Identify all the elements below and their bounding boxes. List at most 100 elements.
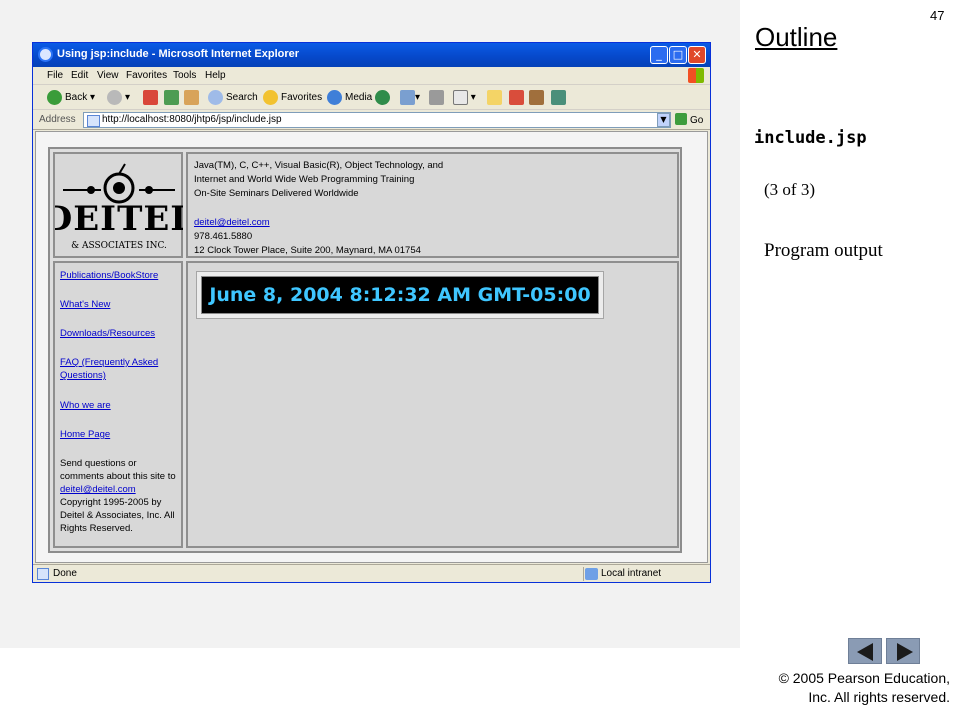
home-button[interactable] [184, 89, 199, 107]
copyright: © 2005 Pearson Education, Inc. All right… [744, 669, 950, 707]
phone-number: 978.461.5880 [194, 231, 253, 242]
stop-button[interactable] [143, 89, 158, 107]
search-button[interactable]: Search [208, 89, 258, 107]
print-icon [429, 89, 444, 105]
contacts-icon [551, 89, 566, 105]
back-label: Back [65, 92, 88, 103]
menu-help[interactable]: Help [205, 70, 226, 81]
media-icon [327, 89, 342, 105]
address-dropdown-icon[interactable]: ▼ [657, 113, 670, 127]
refresh-icon [164, 89, 179, 105]
history-button[interactable] [375, 89, 393, 107]
back-button[interactable]: Back ▾ [47, 89, 95, 107]
slide: Using jsp:include - Microsoft Internet E… [0, 0, 960, 720]
search-label: Search [226, 92, 258, 103]
mail-button[interactable]: ▾ [400, 89, 420, 107]
status-bar: Done Local intranet [33, 564, 710, 582]
menu-edit[interactable]: Edit [71, 70, 88, 81]
intranet-zone-icon [585, 568, 598, 580]
ie-icon [38, 47, 53, 62]
address-bar: Address http://localhost:8080/jhtp6/jsp/… [33, 110, 710, 130]
main-cell: June 8, 2004 8:12:32 AM GMT-05:00 [186, 261, 679, 548]
forward-arrow-icon [107, 89, 122, 105]
maximize-button[interactable]: □ [669, 46, 687, 64]
nav-link-who-we-are[interactable]: Who we are [60, 399, 178, 412]
logo-cell: DEITEL & ASSOCIATES INC. [53, 152, 183, 258]
layout-table: DEITEL & ASSOCIATES INC. Java(TM), C, C+… [48, 147, 682, 553]
research-icon [529, 89, 544, 105]
copyright-line: © 2005 Pearson Education, [778, 670, 950, 686]
previous-slide-button[interactable] [848, 638, 882, 664]
page-content: DEITEL & ASSOCIATES INC. Java(TM), C, C+… [35, 131, 708, 563]
info-line: Java(TM), C, C++, Visual Basic(R), Objec… [194, 160, 444, 171]
media-button[interactable]: Media [327, 89, 372, 107]
contact-email-link[interactable]: deitel@deitel.com [60, 483, 136, 496]
status-text: Done [53, 568, 77, 579]
nav-link-home-page[interactable]: Home Page [60, 428, 178, 441]
nav-link-whats-new[interactable]: What's New [60, 298, 178, 311]
close-button[interactable]: ✕ [688, 46, 706, 64]
zone-text: Local intranet [601, 568, 662, 579]
menu-favorites[interactable]: Favorites [126, 70, 167, 81]
date-time-display: June 8, 2004 8:12:32 AM GMT-05:00 [201, 276, 599, 314]
minimize-button[interactable]: _ [650, 46, 668, 64]
logo-text: DEITEL [55, 199, 183, 239]
window-title: Using jsp:include - Microsoft Internet E… [57, 48, 300, 60]
favorites-button[interactable]: Favorites [263, 89, 322, 107]
address-label: Address [39, 114, 76, 125]
search-icon [208, 89, 223, 105]
messenger-button[interactable] [509, 89, 524, 107]
file-name: include.jsp [754, 128, 867, 148]
research-button[interactable] [529, 89, 544, 107]
edit-icon [453, 89, 468, 105]
title-bar[interactable]: Using jsp:include - Microsoft Internet E… [33, 43, 710, 67]
next-slide-button[interactable] [886, 638, 920, 664]
contacts-button[interactable] [551, 89, 566, 107]
go-arrow-icon [675, 113, 687, 125]
info-line: Internet and World Wide Web Programming … [194, 174, 415, 185]
toolbar: Back ▾ ▾ Search Favorites Media ▾ ▾ [33, 86, 710, 110]
menu-tools[interactable]: Tools [173, 70, 196, 81]
messenger-icon [509, 89, 524, 105]
nav-link-faq[interactable]: FAQ (Frequently Asked Questions) [60, 356, 178, 382]
back-arrow-icon [47, 89, 62, 105]
history-icon [375, 89, 390, 105]
street-address: 12 Clock Tower Place, Suite 200, Maynard… [194, 245, 421, 256]
home-icon [184, 89, 199, 105]
contact-text: Send questions or comments about this si… [60, 458, 176, 482]
favorites-star-icon [263, 89, 278, 105]
nav-link-downloads[interactable]: Downloads/Resources [60, 327, 178, 340]
menu-file[interactable]: File [47, 70, 63, 81]
edit-button[interactable]: ▾ [453, 89, 476, 107]
page-count: (3 of 3) [764, 180, 815, 199]
forward-button[interactable]: ▾ [107, 89, 130, 107]
media-label: Media [345, 92, 373, 103]
go-label: Go [690, 115, 704, 126]
clock-frame: June 8, 2004 8:12:32 AM GMT-05:00 [196, 271, 604, 319]
windows-logo-icon [688, 68, 704, 83]
logo-subtext: & ASSOCIATES INC. [71, 241, 167, 251]
go-button[interactable]: Go [675, 113, 703, 126]
menu-view[interactable]: View [97, 70, 119, 81]
print-button[interactable] [429, 89, 444, 107]
address-input[interactable]: http://localhost:8080/jhtp6/jsp/include.… [83, 112, 671, 128]
slide-left-panel: Using jsp:include - Microsoft Internet E… [0, 0, 740, 648]
discuss-button[interactable] [487, 89, 502, 107]
email-link[interactable]: deitel@deitel.com [194, 217, 270, 228]
refresh-button[interactable] [164, 89, 179, 107]
info-cell: Java(TM), C, C++, Visual Basic(R), Objec… [186, 152, 679, 258]
browser-window: Using jsp:include - Microsoft Internet E… [32, 42, 711, 583]
stop-icon [143, 89, 158, 105]
page-done-icon [37, 568, 49, 580]
info-line: On-Site Seminars Delivered Worldwide [194, 188, 359, 199]
menu-bar: File Edit View Favorites Tools Help [33, 67, 710, 85]
mail-icon [400, 89, 415, 105]
discuss-icon [487, 89, 502, 105]
deitel-logo: DEITEL & ASSOCIATES INC. [55, 163, 183, 251]
outline-title[interactable]: Outline [755, 22, 837, 53]
page-number: 47 [930, 8, 945, 23]
copyright-text: Copyright 1995-2005 by Deitel & Associat… [60, 497, 175, 534]
nav-cell: Publications/BookStore What's New Downlo… [53, 261, 183, 548]
status-divider [583, 567, 584, 581]
nav-link-publications[interactable]: Publications/BookStore [60, 269, 178, 282]
